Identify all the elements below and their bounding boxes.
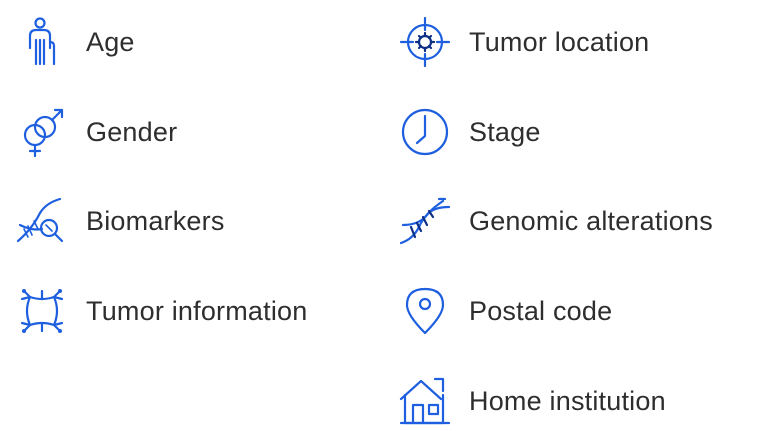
criteria-item-postal-code: Postal code xyxy=(397,281,612,341)
dna-helix-icon xyxy=(397,193,453,249)
dna-magnifier-icon xyxy=(14,193,70,249)
target-crosshair-icon xyxy=(397,14,453,70)
criteria-label: Gender xyxy=(86,116,178,147)
criteria-item-stage: Stage xyxy=(397,102,541,162)
criteria-item-home-institution: Home institution xyxy=(397,371,666,431)
criteria-item-tumor-location: Tumor location xyxy=(397,12,649,72)
clock-icon xyxy=(397,104,453,160)
criteria-item-biomarkers: Biomarkers xyxy=(14,191,225,251)
criteria-label: Tumor information xyxy=(86,295,308,326)
criteria-item-age: Age xyxy=(14,12,135,72)
criteria-label: Tumor location xyxy=(469,26,650,57)
criteria-label: Stage xyxy=(469,116,541,147)
criteria-label: Biomarkers xyxy=(86,205,225,236)
criteria-item-tumor-information: Tumor information xyxy=(14,281,307,341)
location-pin-icon xyxy=(397,283,453,339)
elderly-person-with-cane-icon xyxy=(14,14,70,70)
gender-symbols-icon xyxy=(14,104,70,160)
criteria-label: Home institution xyxy=(469,385,666,416)
criteria-label: Age xyxy=(86,26,135,57)
house-icon xyxy=(397,373,453,429)
criteria-item-gender: Gender xyxy=(14,102,177,162)
criteria-label: Genomic alterations xyxy=(469,205,713,236)
criteria-item-genomic-alterations: Genomic alterations xyxy=(397,191,713,251)
tumor-cell-icon xyxy=(14,283,70,339)
criteria-label: Postal code xyxy=(469,295,613,326)
